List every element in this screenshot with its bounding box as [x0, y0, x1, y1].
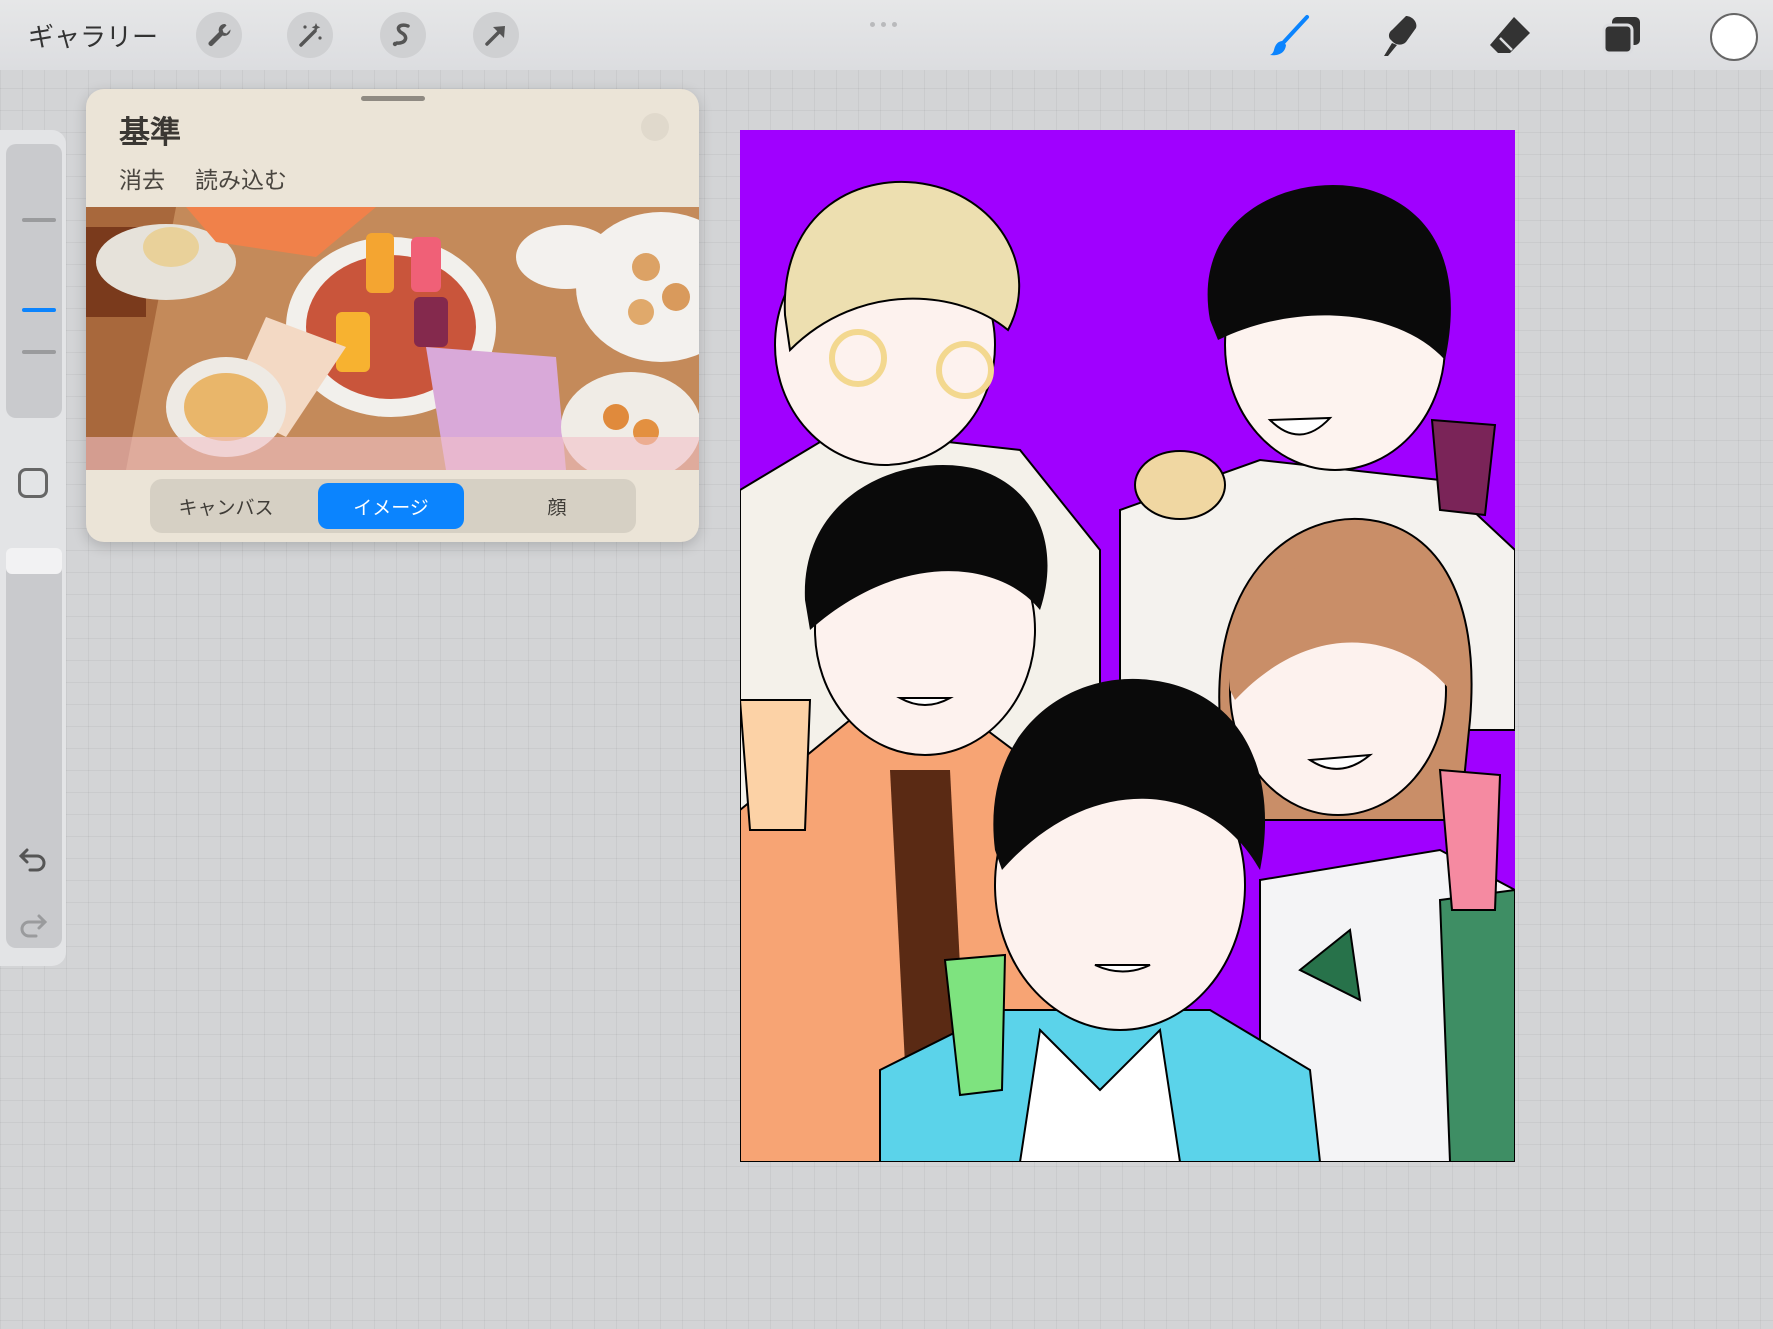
undo-button[interactable] — [14, 840, 52, 878]
brush-icon — [1270, 15, 1309, 56]
panel-title: 基準 — [119, 115, 181, 151]
opacity-handle[interactable] — [6, 548, 62, 574]
close-icon[interactable] — [641, 113, 669, 141]
actions-button[interactable] — [196, 12, 242, 58]
reference-tabs: キャンバス イメージ 顔 — [150, 479, 636, 533]
redo-icon — [20, 914, 48, 938]
reference-photo[interactable] — [86, 207, 699, 470]
transform-button[interactable] — [473, 12, 519, 58]
layers-button[interactable] — [1594, 8, 1650, 64]
artwork-illustration — [740, 130, 1515, 1162]
tab-image[interactable]: イメージ — [318, 483, 464, 529]
slider-tick — [22, 350, 56, 354]
color-picker-button[interactable] — [1710, 13, 1758, 61]
brush-size-slider[interactable] — [6, 144, 62, 418]
import-button[interactable]: 読み込む — [195, 161, 287, 195]
undo-icon — [18, 848, 46, 872]
gallery-button[interactable]: ギャラリー — [28, 17, 158, 54]
tab-canvas[interactable]: キャンバス — [156, 483, 296, 529]
tab-face[interactable]: 顔 — [484, 483, 630, 529]
redo-button[interactable] — [14, 906, 52, 944]
layers-icon — [1602, 17, 1640, 55]
selection-icon — [392, 23, 410, 47]
eraser-icon — [1490, 17, 1530, 53]
magic-wand-icon — [299, 23, 322, 47]
square-icon[interactable] — [18, 468, 48, 498]
transform-arrow-icon — [485, 26, 505, 46]
smudge-icon — [1384, 16, 1417, 56]
drawing-canvas[interactable] — [740, 130, 1515, 1162]
drag-handle-dots[interactable] — [870, 12, 906, 27]
eraser-tool-button[interactable] — [1482, 8, 1538, 64]
smudge-tool-button[interactable] — [1372, 8, 1428, 64]
left-sidebar — [0, 130, 66, 966]
brush-size-handle[interactable] — [22, 308, 56, 312]
top-toolbar: ギャラリー — [0, 0, 1773, 70]
wrench-icon — [208, 23, 231, 46]
reference-panel: 基準 消去 読み込む キャンバス イメージ 顔 — [86, 89, 699, 542]
panel-drag-handle[interactable] — [361, 96, 425, 101]
selection-button[interactable] — [380, 12, 426, 58]
adjustments-button[interactable] — [287, 12, 333, 58]
slider-tick — [22, 218, 56, 222]
clear-button[interactable]: 消去 — [119, 161, 165, 195]
opacity-slider[interactable] — [6, 548, 62, 948]
brush-tool-button[interactable] — [1261, 8, 1317, 64]
